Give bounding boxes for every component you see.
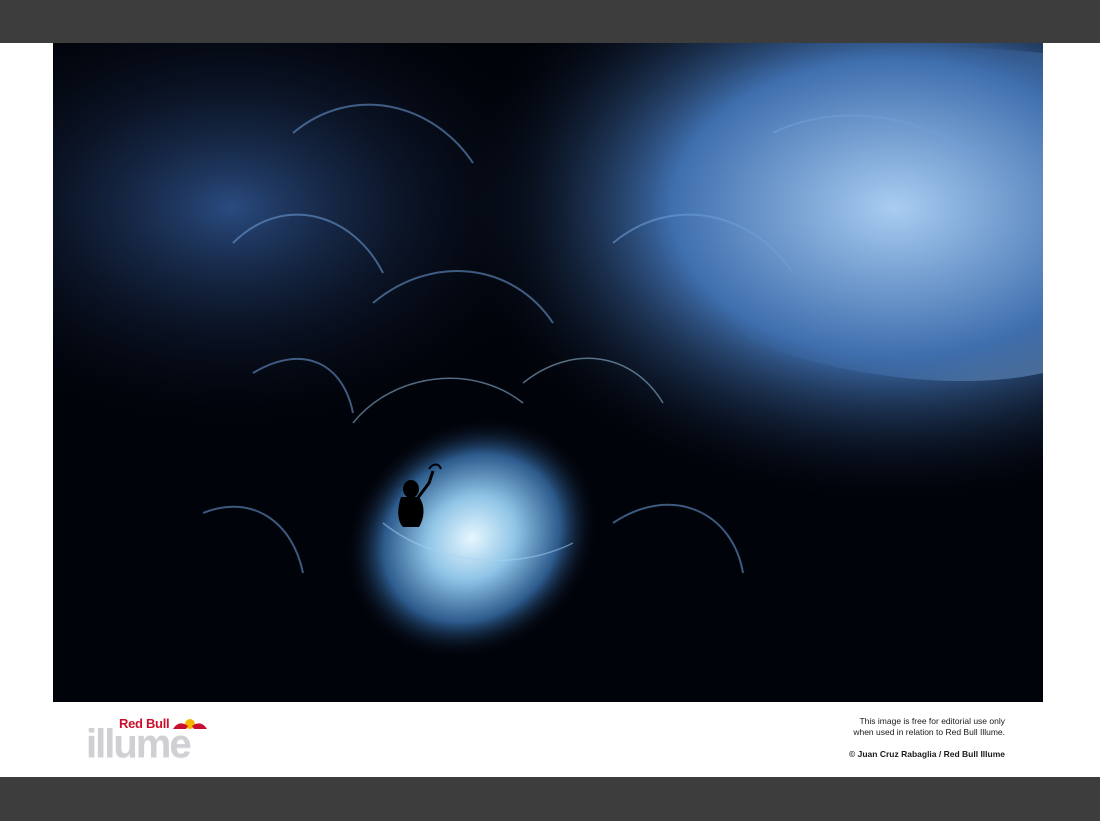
ice-cave-photo [53, 43, 1043, 702]
photo-credit: © Juan Cruz Rabaglia / Red Bull Illume [849, 749, 1005, 759]
usage-notice: This image is free for editorial use onl… [849, 716, 1005, 760]
bottom-frame-bar [0, 777, 1100, 821]
red-bull-illume-logo: illume Red Bull [86, 716, 216, 766]
logo-redbull-text: Red Bull [119, 716, 170, 731]
ice-cave-illustration [53, 43, 1043, 702]
notice-line-1: This image is free for editorial use onl… [859, 716, 1005, 726]
notice-line-2: when used in relation to Red Bull Illume… [853, 727, 1005, 737]
photo-card: illume Red Bull This image is free for e… [0, 43, 1100, 777]
red-bull-icon [173, 719, 207, 729]
top-frame-bar [0, 0, 1100, 43]
